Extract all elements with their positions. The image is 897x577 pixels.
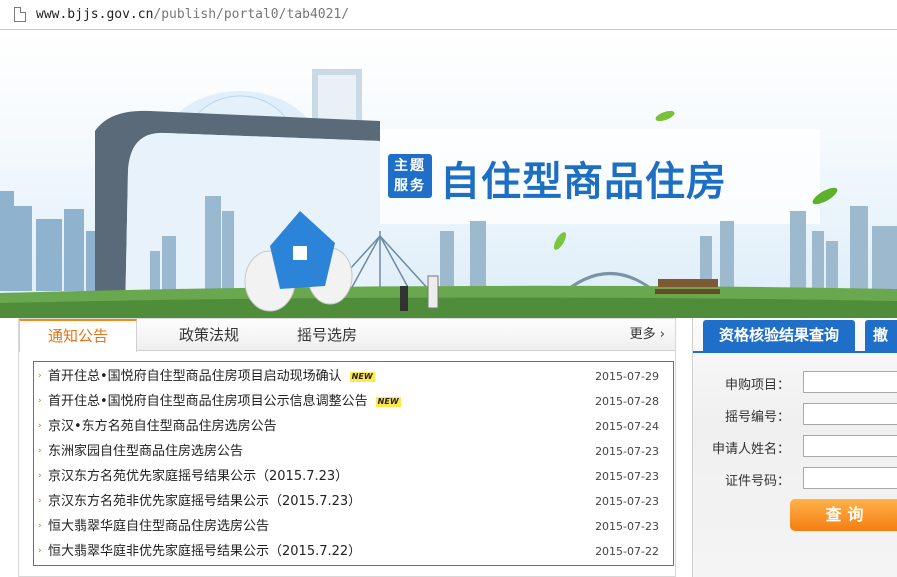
bullet-icon: › [38,471,42,481]
news-item[interactable]: › 首开住总•国悦府自住型商品住房项目公示信息调整公告 NEW 2015-07-2… [34,389,673,414]
bullet-icon: › [38,546,42,556]
theme-service-badge: 主题 服务 [388,154,432,198]
news-title-link[interactable]: 恒大翡翠华庭非优先家庭摇号结果公示（2015.7.22） [48,539,361,564]
tab-underline [693,351,897,353]
news-title-link[interactable]: 恒大翡翠华庭自住型商品住房选房公告 [48,514,269,539]
more-label: 更多 [629,327,656,342]
id-number-input[interactable] [803,467,897,489]
lottery-number-input[interactable] [803,403,897,425]
news-list: › 首开住总•国悦府自住型商品住房项目启动现场确认 NEW 2015-07-29 … [33,361,674,566]
new-badge-icon: NEW [375,396,401,407]
url-host: www.bjjs.gov.cn [36,7,154,22]
url-path: /publish/portal0/tab4021/ [153,7,350,22]
news-item[interactable]: › 首开住总•国悦府自住型商品住房项目启动现场确认 NEW 2015-07-29 [34,364,673,389]
news-tabs: 通知公告 政策法规 摇号选房 更多 › [19,319,675,352]
news-title-link[interactable]: 京汉东方名苑非优先家庭摇号结果公示（2015.7.23） [48,489,361,514]
bullet-icon: › [38,496,42,506]
bench [655,279,720,294]
news-item[interactable]: › 京汉东方名苑优先家庭摇号结果公示（2015.7.23） 2015-07-23 [34,464,673,489]
leaf-1 [655,110,675,122]
news-date: 2015-07-28 [595,395,659,408]
bullet-icon: › [38,521,42,531]
badge-line-1: 主题 [394,158,426,174]
bullet-icon: › [38,371,42,381]
chevron-right-icon: › [655,327,665,342]
address-bar: www.bjjs.gov.cn/publish/portal0/tab4021/ [0,0,897,30]
new-badge-icon: NEW [349,371,375,382]
id-number-label: 证件号码： [724,474,790,489]
project-input[interactable] [803,371,897,393]
project-label: 申购项目： [724,378,790,393]
news-item[interactable]: › 恒大翡翠华庭非优先家庭摇号结果公示（2015.7.22） 2015-07-2… [34,539,673,564]
address-bar-inner[interactable]: www.bjjs.gov.cn/publish/portal0/tab4021/ [6,4,896,26]
lottery-number-label: 摇号编号： [724,410,790,425]
news-item[interactable]: › 恒大翡翠华庭自住型商品住房选房公告 2015-07-23 [34,514,673,539]
tab-notices[interactable]: 通知公告 [19,319,137,352]
news-item[interactable]: › 东洲家园自住型商品住房选房公告 2015-07-23 [34,439,673,464]
banner-title: 自住型商品住房 [440,159,727,205]
news-title-link[interactable]: 京汉•东方名苑自住型商品住房选房公告 [48,414,277,439]
news-title: 首开住总•国悦府自住型商品住房项目公示信息调整公告 [48,394,368,409]
bullet-icon: › [38,446,42,456]
query-button[interactable]: 查询 [790,499,897,531]
person-1 [400,286,408,311]
tab-lottery[interactable]: 摇号选房 [277,319,377,351]
news-date: 2015-07-24 [595,420,659,433]
news-date: 2015-07-23 [595,520,659,533]
news-title-link[interactable]: 东洲家园自住型商品住房选房公告 [48,439,243,464]
person-2 [427,275,439,309]
more-link[interactable]: 更多 › [630,319,665,351]
news-title-link[interactable]: 京汉东方名苑优先家庭摇号结果公示（2015.7.23） [48,464,348,489]
bullet-icon: › [38,396,42,406]
bullet-icon: › [38,421,42,431]
hero-banner: 主题 服务 自住型商品住房 [0,31,897,318]
grass-dark [0,297,897,318]
url-text[interactable]: www.bjjs.gov.cn/publish/portal0/tab4021/ [36,7,349,22]
badge-line-2: 服务 [394,178,426,194]
news-item[interactable]: › 京汉东方名苑非优先家庭摇号结果公示（2015.7.23） 2015-07-2… [34,489,673,514]
tab-policies[interactable]: 政策法规 [159,319,259,351]
news-title-link[interactable]: 首开住总•国悦府自住型商品住房项目公示信息调整公告 NEW [48,389,401,414]
leaf-3 [553,232,567,250]
page-icon [14,7,26,22]
news-date: 2015-07-23 [595,445,659,458]
skyline-left [0,191,100,291]
query-panel: 资格核验结果查询 撤 申购项目： 摇号编号： 申请人姓名： 证件号码： 查询 [692,318,897,577]
news-title-link[interactable]: 首开住总•国悦府自住型商品住房项目启动现场确认 NEW [48,364,375,389]
applicant-name-input[interactable] [803,435,897,457]
news-date: 2015-07-29 [595,370,659,383]
applicant-name-label: 申请人姓名： [711,442,790,457]
news-date: 2015-07-23 [595,495,659,508]
news-date: 2015-07-23 [595,470,659,483]
news-panel: 通知公告 政策法规 摇号选房 更多 › › 首开住总•国悦府自住型商品住房项目启… [18,318,676,577]
tab-withdraw[interactable]: 撤 [865,320,897,352]
news-title: 首开住总•国悦府自住型商品住房项目启动现场确认 [48,369,342,384]
news-item[interactable]: › 京汉•东方名苑自住型商品住房选房公告 2015-07-24 [34,414,673,439]
tab-qualification-query[interactable]: 资格核验结果查询 [703,320,855,352]
news-date: 2015-07-22 [595,545,659,558]
